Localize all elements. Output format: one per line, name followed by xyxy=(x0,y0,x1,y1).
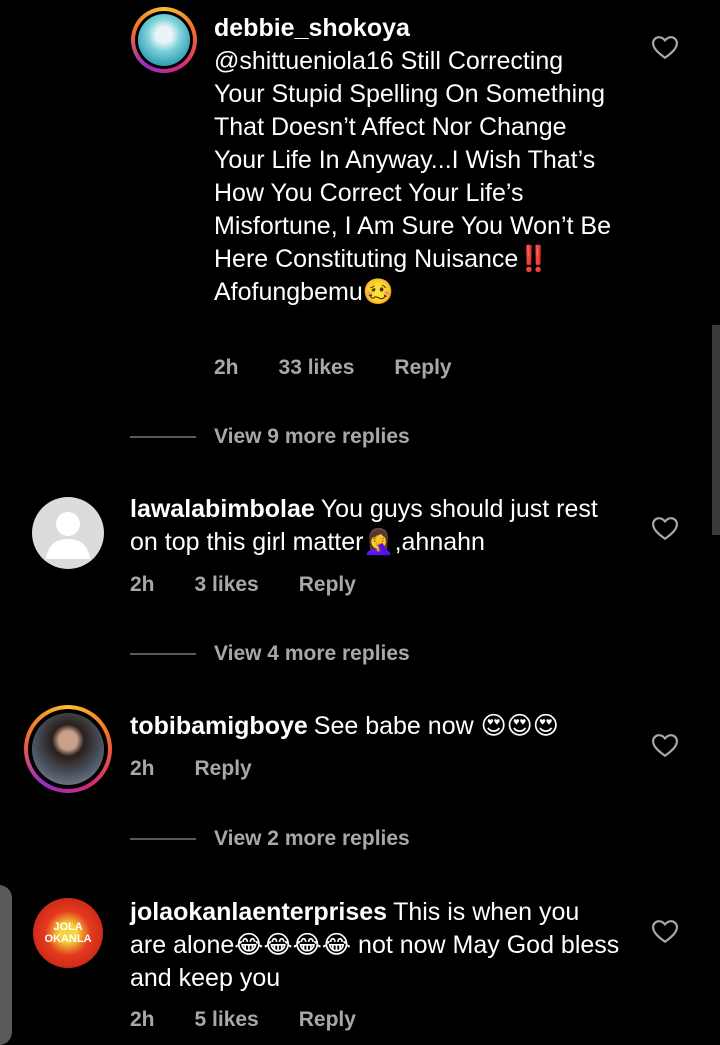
comment-text: tobibamigboye See babe now 😍😍😍 xyxy=(130,710,630,743)
default-user-icon xyxy=(46,512,90,559)
divider xyxy=(130,653,196,655)
comment-item: JOLA OKANLA jolaokanlaenterprises This is… xyxy=(0,880,720,1031)
view-more-replies[interactable]: View 9 more replies xyxy=(130,425,410,449)
view-more-replies[interactable]: View 4 more replies xyxy=(130,642,410,666)
comment-text: lawalabimbolae You guys should just rest … xyxy=(130,493,610,559)
comment-meta: 2h 5 likes Reply xyxy=(130,1008,356,1032)
story-ring[interactable] xyxy=(131,7,197,73)
avatar[interactable] xyxy=(138,14,190,66)
reply-button[interactable]: Reply xyxy=(195,757,252,781)
comment-time: 2h xyxy=(130,757,155,780)
reply-button[interactable]: Reply xyxy=(299,573,356,597)
comment-body: @shittueniola16 Still Correcting Your St… xyxy=(214,47,611,306)
comment-username[interactable]: tobibamigboye xyxy=(130,712,308,740)
comment-body: See babe now 😍😍😍 xyxy=(313,712,559,740)
comment-time: 2h xyxy=(130,573,155,596)
view-more-label[interactable]: View 9 more replies xyxy=(214,425,410,449)
heart-icon[interactable] xyxy=(652,920,678,944)
comment-username[interactable]: debbie_shokoya xyxy=(214,14,410,42)
comment-time: 2h xyxy=(130,1008,155,1031)
story-ring[interactable] xyxy=(24,705,112,793)
heart-icon[interactable] xyxy=(652,36,678,60)
comment-username[interactable]: lawalabimbolae xyxy=(130,495,315,523)
comment-time: 2h xyxy=(214,356,239,379)
avatar[interactable] xyxy=(32,497,104,569)
comment-username[interactable]: jolaokanlaenterprises xyxy=(130,898,387,926)
view-more-label[interactable]: View 4 more replies xyxy=(214,642,410,666)
comment-likes[interactable]: 5 likes xyxy=(195,1008,259,1032)
avatar[interactable] xyxy=(32,713,104,785)
comment-meta: 2h 3 likes Reply xyxy=(130,573,356,597)
comment-text: debbie_shokoya @shittueniola16 Still Cor… xyxy=(214,12,614,309)
comment-text: jolaokanlaenterprises This is when you ar… xyxy=(130,896,620,995)
divider xyxy=(130,436,196,438)
comment-likes[interactable]: 33 likes xyxy=(279,356,355,380)
scrollbar[interactable] xyxy=(712,325,720,535)
comment-item: tobibamigboye See babe now 😍😍😍 2h Reply V… xyxy=(0,700,720,870)
view-more-label[interactable]: View 2 more replies xyxy=(214,827,410,851)
comment-item: debbie_shokoya @shittueniola16 Still Cor… xyxy=(0,0,720,470)
edge-panel-handle[interactable] xyxy=(0,885,12,1045)
avatar[interactable]: JOLA OKANLA xyxy=(33,898,103,968)
comment-meta: 2h Reply xyxy=(130,757,252,781)
comment-likes[interactable]: 3 likes xyxy=(195,573,259,597)
reply-button[interactable]: Reply xyxy=(394,356,451,380)
view-more-replies[interactable]: View 2 more replies xyxy=(130,827,410,851)
reply-button[interactable]: Reply xyxy=(299,1008,356,1032)
comment-meta: 2h 33 likes Reply xyxy=(214,356,452,380)
heart-icon[interactable] xyxy=(652,517,678,541)
comment-item: lawalabimbolae You guys should just rest … xyxy=(0,480,720,680)
heart-icon[interactable] xyxy=(652,734,678,758)
divider xyxy=(130,838,196,840)
avatar-logo-text: JOLA OKANLA xyxy=(44,921,92,945)
